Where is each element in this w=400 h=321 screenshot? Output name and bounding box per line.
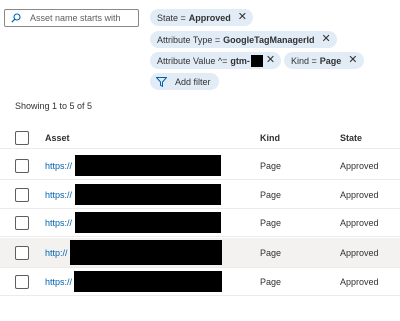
kind-cell: Page — [260, 161, 282, 171]
state-cell: Approved — [340, 161, 379, 171]
row-checkbox[interactable] — [15, 188, 29, 202]
filter-value: GoogleTagManagerId — [223, 34, 315, 45]
remove-filter-icon[interactable]: ✕ — [266, 55, 275, 66]
filter-pill-state[interactable]: State = Approved ✕ — [150, 9, 254, 26]
asset-link[interactable]: https:// — [45, 181, 72, 209]
search-icon — [11, 13, 21, 23]
column-header-asset[interactable]: Asset — [45, 133, 70, 143]
redacted-block — [70, 240, 222, 265]
column-header-kind[interactable]: Kind — [260, 133, 280, 143]
asset-link[interactable]: https:// — [45, 209, 72, 237]
redacted-block — [74, 271, 222, 292]
row-checkbox[interactable] — [15, 216, 29, 230]
filter-pill-attribute-type[interactable]: Attribute Type = GoogleTagManagerId ✕ — [150, 31, 337, 48]
filter-value: Approved — [188, 12, 231, 23]
redacted-block — [250, 54, 263, 67]
state-cell: Approved — [340, 248, 379, 258]
remove-filter-icon[interactable]: ✕ — [238, 12, 247, 23]
row-checkbox[interactable] — [15, 246, 29, 260]
row-checkbox[interactable] — [15, 275, 29, 289]
redacted-block — [75, 212, 221, 233]
asset-link[interactable]: https:// — [45, 152, 72, 180]
kind-cell: Page — [260, 248, 282, 258]
state-cell: Approved — [340, 190, 379, 200]
table-row[interactable]: https:// Page Approved — [0, 268, 400, 296]
remove-filter-icon[interactable]: ✕ — [321, 34, 330, 45]
filter-label: Attribute Value ^= — [157, 55, 228, 66]
filter-label: Attribute Type = — [157, 34, 221, 45]
row-checkbox[interactable] — [15, 159, 29, 173]
column-header-state[interactable]: State — [340, 133, 362, 143]
remove-filter-icon[interactable]: ✕ — [348, 55, 357, 66]
filter-value: Page — [319, 55, 342, 66]
filter-label: Kind = — [291, 55, 317, 66]
filter-pill-attribute-value[interactable]: Attribute Value ^= gtm- ✕ — [150, 52, 282, 69]
add-filter-button[interactable]: Add filter — [150, 73, 219, 90]
kind-cell: Page — [260, 190, 282, 200]
table-header: Asset Kind State — [0, 127, 400, 149]
filter-value: gtm- — [230, 55, 250, 66]
kind-cell: Page — [260, 218, 282, 228]
table-row[interactable]: https:// Page Approved — [0, 181, 400, 209]
redacted-block — [75, 155, 221, 176]
filter-label: State = — [157, 12, 186, 23]
table-row[interactable]: https:// Page Approved — [0, 209, 400, 237]
filter-pill-kind[interactable]: Kind = Page ✕ — [284, 52, 364, 69]
state-cell: Approved — [340, 277, 379, 287]
table-row[interactable]: http:// Page Approved — [0, 238, 400, 268]
redacted-block — [75, 184, 221, 205]
add-filter-label: Add filter — [175, 76, 211, 87]
table-row[interactable]: https:// Page Approved — [0, 152, 400, 180]
filter-icon — [156, 76, 167, 87]
asset-search-box[interactable] — [4, 9, 140, 27]
kind-cell: Page — [260, 277, 282, 287]
results-summary: Showing 1 to 5 of 5 — [15, 101, 93, 111]
asset-search-input[interactable] — [30, 13, 140, 23]
select-all-checkbox[interactable] — [15, 131, 29, 145]
state-cell: Approved — [340, 218, 379, 228]
asset-link[interactable]: http:// — [45, 238, 68, 268]
asset-link[interactable]: https:// — [45, 268, 72, 296]
